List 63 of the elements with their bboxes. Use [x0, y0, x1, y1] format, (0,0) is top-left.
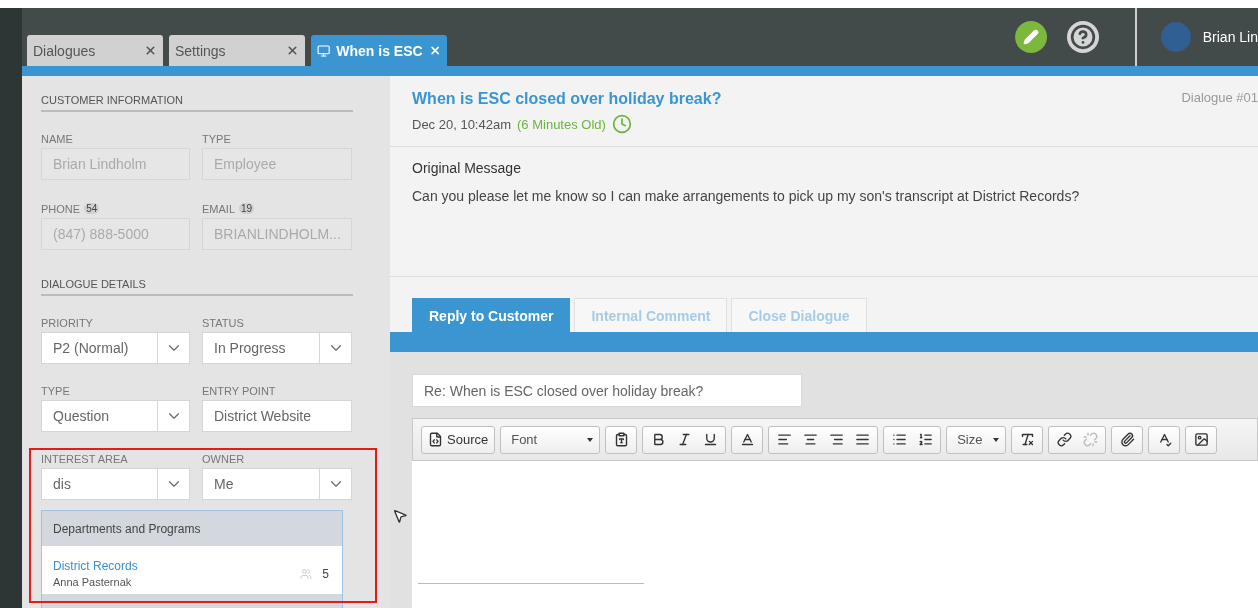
close-icon[interactable] [428, 44, 441, 57]
field-label: TYPE [202, 132, 231, 145]
numbered-list-icon [917, 432, 933, 447]
dialogue-title: When is ESC closed over holiday break? [412, 90, 723, 108]
edit-button[interactable] [1014, 21, 1047, 53]
field-label: EMAIL [202, 202, 235, 215]
field-label: NAME [41, 132, 73, 145]
field-label: ENTRY POINT [202, 384, 276, 397]
select-field[interactable]: Me [202, 468, 352, 500]
field-label: PRIORITY [41, 316, 93, 329]
group-heading: Departments and Programs [42, 511, 342, 546]
user-name[interactable]: Brian Lin [1202, 29, 1258, 45]
dialogue-number: Dialogue #01 [1181, 90, 1258, 107]
date-text: Dec 20, 10:42am [412, 116, 511, 132]
clock-icon [611, 114, 632, 134]
attach-icon [1119, 432, 1135, 447]
unlink-icon [1082, 432, 1098, 447]
underline-icon [702, 432, 718, 447]
help-button[interactable] [1066, 21, 1099, 53]
section-heading: CUSTOMER INFORMATION [41, 94, 353, 112]
dropdown-button[interactable]: Size [951, 428, 1002, 451]
image-icon [1193, 432, 1209, 447]
italic-icon [676, 432, 692, 447]
tab[interactable]: When is ESC [311, 35, 447, 66]
menu-option[interactable]: District Records Anna Pasternak 5 [42, 546, 342, 594]
tab[interactable]: Settings [169, 35, 305, 66]
bulleted-list-icon [891, 432, 907, 447]
count-badge: 54 [84, 203, 100, 214]
clear-format-icon [1019, 432, 1035, 447]
source-button[interactable]: Source [426, 428, 491, 451]
link-icon [1056, 432, 1072, 447]
justify-icon [854, 432, 870, 447]
close-icon[interactable] [286, 44, 299, 57]
pencil-icon [1022, 29, 1039, 45]
section-heading: DIALOGUE DETAILS [41, 278, 353, 296]
field-label: INTEREST AREA [41, 452, 128, 465]
subject-field[interactable]: Re: When is ESC closed over holiday break? [412, 374, 802, 407]
help-icon [1069, 24, 1096, 50]
select-field[interactable]: Question [41, 400, 190, 432]
paste-icon [613, 432, 629, 447]
input-field[interactable]: District Website [202, 400, 352, 432]
text-color-icon [739, 432, 755, 447]
select-field[interactable]: In Progress [202, 332, 352, 364]
monitor-icon [317, 43, 331, 58]
tab[interactable]: Dialogues [27, 35, 163, 66]
field-label: STATUS [202, 316, 244, 329]
dropdown-button[interactable]: Font [505, 428, 596, 451]
source-icon [428, 432, 443, 447]
select-field[interactable]: P2 (Normal) [41, 332, 190, 364]
field-label: TYPE [41, 384, 70, 397]
tab[interactable]: Reply to Customer [412, 298, 571, 332]
close-icon[interactable] [144, 44, 157, 57]
count-badge: 19 [239, 203, 255, 214]
message-text: Can you please let me know so I can make arrangements to pick up my son's transcript at District Records? [412, 188, 1081, 204]
people-icon [300, 567, 313, 580]
field-label: PHONE [41, 202, 81, 215]
field-label: OWNER [202, 452, 245, 465]
select-field[interactable]: dis [41, 468, 190, 500]
message-heading: Original Message [412, 160, 522, 176]
age-text: (6 Minutes Old) [517, 116, 606, 132]
align-right-icon [828, 432, 844, 447]
align-left-icon [776, 432, 792, 447]
align-center-icon [802, 432, 818, 447]
